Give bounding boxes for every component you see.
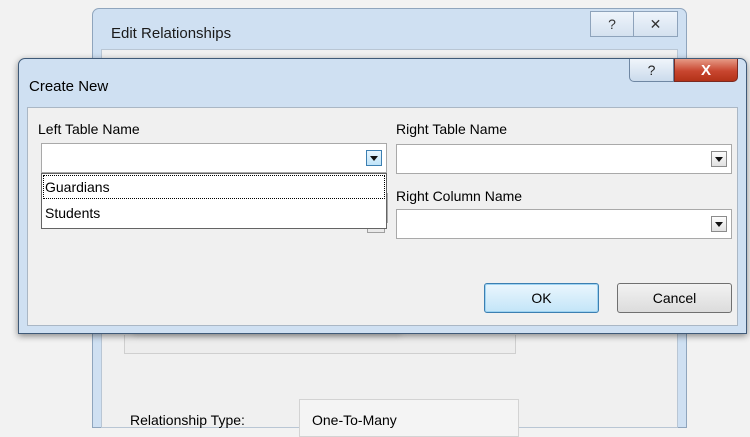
create-new-close-button[interactable]: X <box>674 59 738 82</box>
cancel-button[interactable]: Cancel <box>617 283 732 313</box>
relationship-type-value: One-To-Many <box>299 399 519 437</box>
list-item[interactable]: Students <box>42 200 386 226</box>
create-new-dialog: Create New ? X Left Table Name Right Tab… <box>18 58 747 334</box>
left-table-label: Left Table Name <box>38 121 140 137</box>
right-column-combobox[interactable] <box>396 209 732 239</box>
right-column-label: Right Column Name <box>396 188 523 204</box>
left-table-dropdown-list: Guardians Students <box>41 173 387 229</box>
edit-relationships-title: Edit Relationships <box>111 25 232 42</box>
edit-relationships-help-button[interactable]: ? <box>590 11 634 37</box>
help-icon: ? <box>647 62 656 78</box>
relationship-type-label: Relationship Type: <box>130 412 245 428</box>
ok-button[interactable]: OK <box>484 283 599 313</box>
chevron-down-icon[interactable] <box>711 216 727 232</box>
close-icon: ✕ <box>649 15 662 32</box>
close-icon: X <box>700 61 711 79</box>
edit-relationships-close-button[interactable]: ✕ <box>634 11 678 37</box>
chevron-down-icon[interactable] <box>366 150 382 166</box>
right-table-label: Right Table Name <box>396 121 508 137</box>
right-table-combobox[interactable] <box>396 144 732 174</box>
list-item[interactable]: Guardians <box>42 174 386 200</box>
obscured-field <box>124 335 516 354</box>
create-new-help-button[interactable]: ? <box>629 59 674 82</box>
left-table-combobox-open[interactable] <box>41 143 387 173</box>
help-icon: ? <box>608 16 616 32</box>
create-new-title: Create New <box>29 78 109 95</box>
chevron-down-icon[interactable] <box>711 151 727 167</box>
edit-relationships-caption-buttons: ? ✕ <box>590 11 678 37</box>
